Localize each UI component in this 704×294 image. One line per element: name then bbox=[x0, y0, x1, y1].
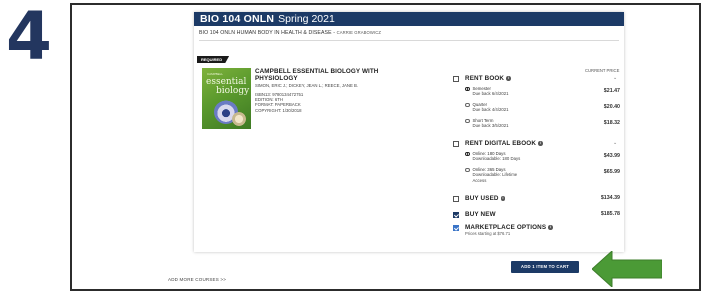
marketplace-checkbox[interactable] bbox=[453, 224, 459, 231]
chevron-down-icon[interactable]: ⌄ bbox=[613, 140, 617, 146]
rent-semester-price: $21.47 bbox=[603, 88, 620, 94]
info-icon[interactable]: i bbox=[506, 76, 511, 81]
course-title-text: BIO 104 ONLN HUMAN BODY IN HEALTH & DISE… bbox=[199, 30, 332, 36]
book-copyright: COPYRIGHT: 1/30/2018 bbox=[255, 107, 302, 113]
info-icon[interactable]: i bbox=[538, 141, 543, 146]
info-icon[interactable]: i bbox=[548, 225, 553, 230]
marketplace-price-note: Prices starting at $76.71 bbox=[465, 231, 511, 236]
book-title: CAMPBELL ESSENTIAL BIOLOGY WITH PHYSIOLO… bbox=[255, 68, 405, 82]
buy-new-option[interactable]: BUY NEW bbox=[453, 211, 496, 218]
marketplace-option[interactable]: MARKETPLACE OPTIONS i bbox=[453, 224, 553, 231]
book-title-line1: CAMPBELL ESSENTIAL BIOLOGY WITH bbox=[255, 68, 379, 75]
cover-small-text: CAMPBELL bbox=[207, 72, 224, 76]
rent-quarter-price: $20.40 bbox=[603, 104, 620, 110]
course-divider bbox=[199, 40, 619, 41]
course-full-title: BIO 104 ONLN HUMAN BODY IN HEALTH & DISE… bbox=[199, 30, 381, 36]
current-price-label: CURRENT PRICE bbox=[585, 68, 620, 73]
rent-book-checkbox[interactable] bbox=[453, 75, 459, 82]
course-panel: BIO 104 ONLN Spring 2021 BIO 104 ONLN HU… bbox=[194, 12, 624, 252]
rent-book-label: RENT BOOK bbox=[465, 75, 505, 82]
buy-new-price: $185.78 bbox=[600, 211, 620, 217]
rent-short-price: $18.32 bbox=[603, 120, 620, 126]
digital-180-radio[interactable] bbox=[465, 151, 470, 156]
digital-365-radio[interactable] bbox=[465, 167, 470, 172]
course-code: BIO 104 ONLN bbox=[200, 13, 275, 25]
buy-used-option[interactable]: BUY USED i bbox=[453, 195, 506, 202]
arrow-left-icon bbox=[592, 251, 662, 287]
buy-used-label: BUY USED bbox=[465, 195, 499, 202]
book-info: CAMPBELL ESSENTIAL BIOLOGY WITH PHYSIOLO… bbox=[255, 68, 405, 113]
rent-term-quarter[interactable]: Quarter Due back 4/4/2021 bbox=[465, 102, 509, 113]
digital-term-180[interactable]: Online: 180 Days Downloadable: 180 Days bbox=[465, 151, 520, 162]
step-number: 4 bbox=[6, 0, 52, 75]
digital-365-detail2: Access bbox=[472, 177, 487, 183]
course-instructor: CARRIE GRABOWICZ bbox=[336, 30, 382, 35]
rent-semester-radio[interactable] bbox=[465, 86, 470, 91]
screenshot-frame: BIO 104 ONLN Spring 2021 BIO 104 ONLN HU… bbox=[70, 3, 701, 291]
buy-used-price: $134.39 bbox=[600, 195, 620, 201]
rent-digital-option[interactable]: RENT DIGITAL EBOOK i bbox=[453, 140, 543, 147]
book-authors: SIMON, ERIC J.; DICKEY, JEAN L.; REECE, … bbox=[255, 83, 359, 88]
add-more-courses-link[interactable]: ADD MORE COURSES >> bbox=[168, 277, 226, 282]
add-to-cart-button[interactable]: ADD 1 ITEM TO CART bbox=[511, 261, 579, 273]
marketplace-label: MARKETPLACE OPTIONS bbox=[465, 224, 547, 231]
course-term: Spring 2021 bbox=[278, 13, 335, 25]
book-title-line2: PHYSIOLOGY bbox=[255, 75, 298, 82]
rent-quarter-due: Due back 4/4/2021 bbox=[472, 107, 509, 113]
buy-new-checkbox[interactable] bbox=[453, 211, 459, 218]
buy-used-checkbox[interactable] bbox=[453, 195, 459, 202]
chevron-down-icon[interactable]: ⌄ bbox=[613, 75, 617, 81]
rent-term-short[interactable]: Short Term Due back 3/5/2021 bbox=[465, 118, 509, 129]
rent-digital-label: RENT DIGITAL EBOOK bbox=[465, 140, 537, 147]
rent-book-option[interactable]: RENT BOOK i bbox=[453, 75, 511, 82]
required-tag: REQUIRED bbox=[197, 56, 230, 63]
digital-365-detail1: Downloadable: Lifetime bbox=[472, 172, 518, 178]
rent-semester-due: Due back 6/4/2021 bbox=[472, 91, 509, 97]
buy-new-label: BUY NEW bbox=[465, 211, 496, 218]
rent-short-due: Due back 3/5/2021 bbox=[472, 123, 509, 129]
digital-term-365[interactable]: Online: 365 Days Downloadable: Lifetime … bbox=[465, 167, 517, 183]
course-header: BIO 104 ONLN Spring 2021 bbox=[194, 12, 624, 26]
digital-365-price: $65.99 bbox=[603, 169, 620, 175]
book-cover-image: CAMPBELL essential biology bbox=[202, 68, 251, 129]
rent-short-radio[interactable] bbox=[465, 118, 470, 123]
cover-flower-graphic-2 bbox=[232, 112, 246, 126]
rent-term-semester[interactable]: Semester Due back 6/4/2021 bbox=[465, 86, 509, 97]
digital-180-detail: Downloadable: 180 Days bbox=[472, 156, 521, 162]
cover-title-line2: biology bbox=[216, 86, 250, 96]
info-icon[interactable]: i bbox=[500, 196, 506, 201]
rent-quarter-radio[interactable] bbox=[465, 102, 470, 107]
digital-180-price: $43.99 bbox=[603, 153, 620, 159]
rent-digital-checkbox[interactable] bbox=[453, 140, 459, 147]
